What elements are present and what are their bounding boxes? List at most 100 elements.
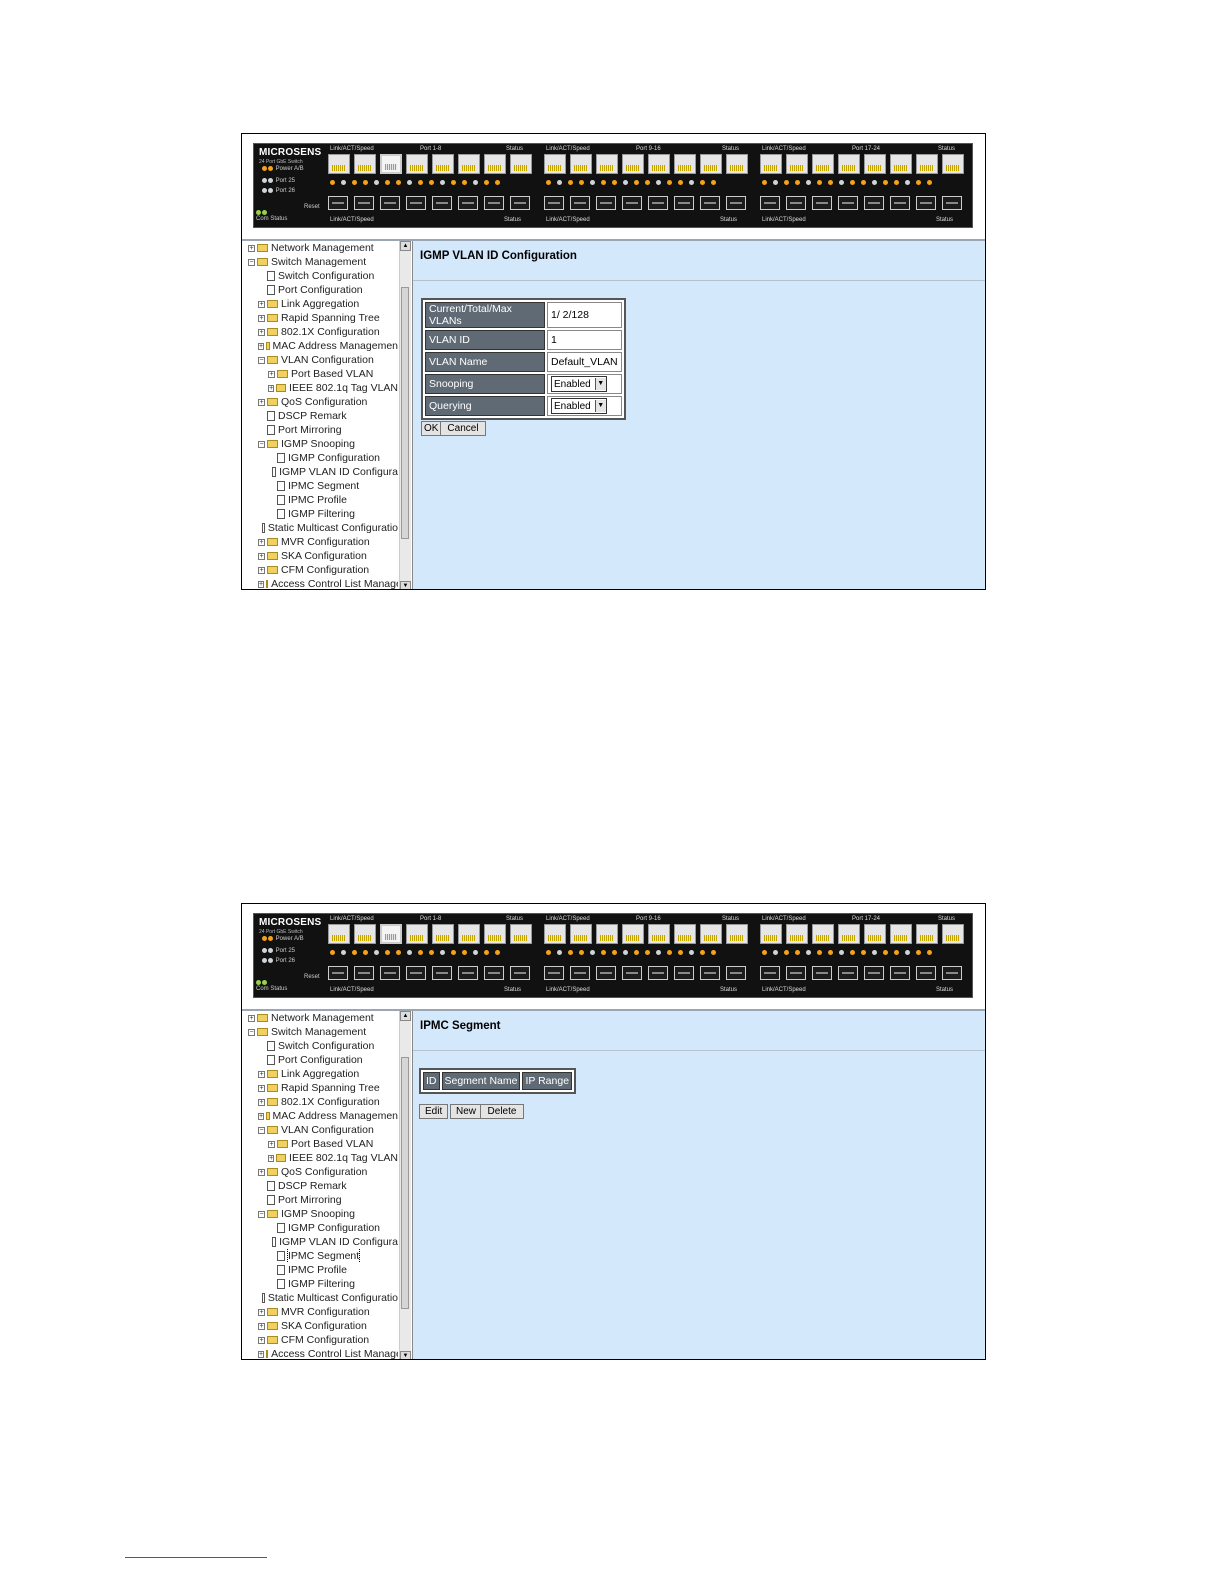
scroll-thumb[interactable] <box>401 287 409 539</box>
rj45-port-icon[interactable] <box>596 154 618 174</box>
sfp-port-icon[interactable] <box>786 196 806 210</box>
sfp-port-icon[interactable] <box>380 966 400 980</box>
expand-icon[interactable]: + <box>258 398 265 406</box>
sfp-port-icon[interactable] <box>916 966 936 980</box>
sfp-port-icon[interactable] <box>674 966 694 980</box>
sfp-port-icon[interactable] <box>812 196 832 210</box>
rj45-port-icon[interactable] <box>890 154 912 174</box>
expand-icon[interactable]: + <box>258 1322 265 1330</box>
sfp-port-icon[interactable] <box>700 966 720 980</box>
expand-icon[interactable]: + <box>258 1084 265 1092</box>
expand-icon[interactable]: + <box>248 1014 255 1022</box>
expand-icon[interactable]: + <box>268 1140 275 1148</box>
rj45-port-icon[interactable] <box>942 154 964 174</box>
rj45-port-icon[interactable] <box>354 154 376 174</box>
rj45-port-icon[interactable] <box>544 154 566 174</box>
collapse-icon[interactable]: − <box>248 1028 255 1036</box>
tree-item[interactable]: IPMC Segment <box>248 479 398 493</box>
expand-icon[interactable]: + <box>248 244 255 252</box>
tree-item[interactable]: − Switch Management <box>248 1025 398 1039</box>
sfp-port-icon[interactable] <box>432 196 452 210</box>
sfp-port-icon[interactable] <box>570 196 590 210</box>
sfp-port-icon[interactable] <box>380 196 400 210</box>
rj45-port-icon[interactable] <box>432 924 454 944</box>
tree-item[interactable]: IGMP Configuration <box>248 1221 398 1235</box>
expand-icon[interactable]: + <box>258 1350 265 1358</box>
expand-icon[interactable]: + <box>258 342 265 350</box>
expand-icon[interactable]: + <box>258 1112 265 1120</box>
sfp-port-icon[interactable] <box>510 196 530 210</box>
rj45-port-icon[interactable] <box>760 924 782 944</box>
tree-item[interactable]: Static Multicast Configuratio <box>248 521 398 535</box>
rj45-port-icon[interactable] <box>570 924 592 944</box>
rj45-port-icon[interactable] <box>458 924 480 944</box>
rj45-port-icon[interactable] <box>544 924 566 944</box>
rj45-port-icon[interactable] <box>510 154 532 174</box>
tree-item[interactable]: − IGMP Snooping <box>248 1207 398 1221</box>
sfp-port-icon[interactable] <box>544 966 564 980</box>
tree-item[interactable]: − VLAN Configuration <box>248 1123 398 1137</box>
tree-item[interactable]: + Rapid Spanning Tree <box>248 1081 398 1095</box>
chevron-down-icon[interactable]: ▼ <box>594 400 606 412</box>
rj45-port-icon[interactable] <box>674 154 696 174</box>
tree-item[interactable]: + Port Based VLAN <box>248 367 398 381</box>
new-button[interactable]: New <box>450 1104 483 1119</box>
sfp-port-icon[interactable] <box>674 196 694 210</box>
expand-icon[interactable]: + <box>258 538 265 546</box>
rj45-port-icon[interactable] <box>726 154 748 174</box>
tree-item[interactable]: + MVR Configuration <box>248 535 398 549</box>
expand-icon[interactable]: + <box>258 1098 265 1106</box>
tree-item[interactable]: IGMP VLAN ID Configura <box>248 1235 398 1249</box>
rj45-port-icon[interactable] <box>354 924 376 944</box>
sfp-port-icon[interactable] <box>760 966 780 980</box>
rj45-port-icon[interactable] <box>700 924 722 944</box>
rj45-port-icon[interactable] <box>328 154 350 174</box>
expand-icon[interactable]: + <box>258 1336 265 1344</box>
sfp-port-icon[interactable] <box>648 966 668 980</box>
tree-item[interactable]: DSCP Remark <box>248 1179 398 1193</box>
tree-item[interactable]: + CFM Configuration <box>248 1333 398 1347</box>
tree-item[interactable]: DSCP Remark <box>248 409 398 423</box>
expand-icon[interactable]: + <box>258 566 265 574</box>
tree-item[interactable]: + Access Control List Manage <box>248 577 398 589</box>
sfp-port-icon[interactable] <box>354 966 374 980</box>
rj45-port-icon[interactable] <box>484 154 506 174</box>
expand-icon[interactable]: + <box>258 300 265 308</box>
sfp-port-icon[interactable] <box>838 196 858 210</box>
expand-icon[interactable]: + <box>258 328 265 336</box>
tree-item[interactable]: − Switch Management <box>248 255 398 269</box>
rj45-port-icon[interactable] <box>760 154 782 174</box>
tree-item[interactable]: IGMP Configuration <box>248 451 398 465</box>
sfp-port-icon[interactable] <box>838 966 858 980</box>
rj45-port-icon[interactable] <box>648 154 670 174</box>
rj45-port-icon[interactable] <box>484 924 506 944</box>
rj45-port-icon[interactable] <box>406 154 428 174</box>
expand-icon[interactable]: + <box>258 314 265 322</box>
tree-item[interactable]: + Link Aggregation <box>248 297 398 311</box>
tree-item[interactable]: + CFM Configuration <box>248 563 398 577</box>
tree-item[interactable]: IGMP Filtering <box>248 1277 398 1291</box>
expand-icon[interactable]: + <box>258 1308 265 1316</box>
tree-scrollbar[interactable]: ▲ ▼ <box>399 1011 411 1359</box>
scroll-up-icon[interactable]: ▲ <box>400 1011 411 1021</box>
rj45-port-icon[interactable] <box>786 924 808 944</box>
scroll-thumb[interactable] <box>401 1057 409 1309</box>
rj45-port-icon[interactable] <box>890 924 912 944</box>
tree-item[interactable]: + MAC Address Managemen <box>248 1109 398 1123</box>
tree-scrollbar[interactable]: ▲ ▼ <box>399 241 411 589</box>
tree-item[interactable]: Switch Configuration <box>248 1039 398 1053</box>
rj45-port-icon[interactable] <box>726 924 748 944</box>
collapse-icon[interactable]: − <box>258 440 265 448</box>
tree-item[interactable]: + MVR Configuration <box>248 1305 398 1319</box>
collapse-icon[interactable]: − <box>258 1126 265 1134</box>
rj45-port-icon[interactable] <box>838 924 860 944</box>
rj45-port-icon[interactable] <box>864 924 886 944</box>
chevron-down-icon[interactable]: ▼ <box>594 378 606 390</box>
sfp-port-icon[interactable] <box>596 966 616 980</box>
sfp-port-icon[interactable] <box>406 966 426 980</box>
rj45-port-icon[interactable] <box>786 154 808 174</box>
rj45-port-icon[interactable] <box>674 924 696 944</box>
expand-icon[interactable]: + <box>258 552 265 560</box>
sfp-port-icon[interactable] <box>942 966 962 980</box>
tree-item[interactable]: + Network Management <box>248 241 398 255</box>
